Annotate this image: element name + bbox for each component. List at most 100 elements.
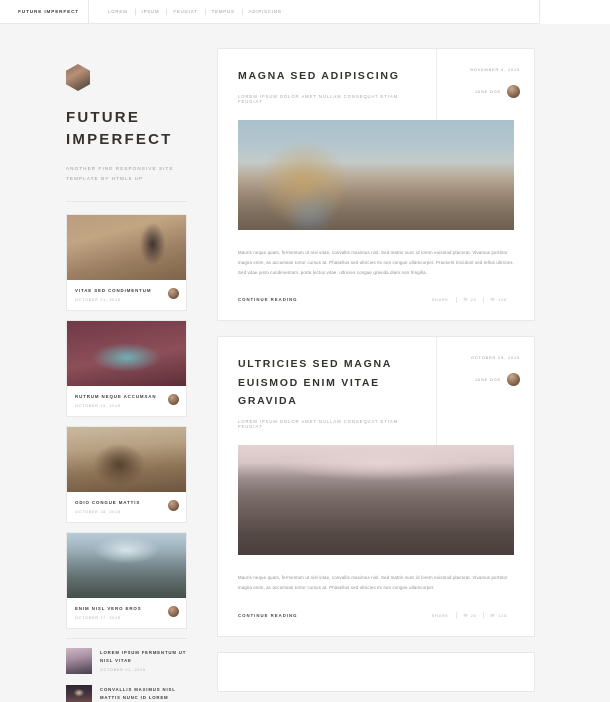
article-title[interactable]: MAGNA SED ADIPISCING: [238, 67, 416, 85]
article-subtitle: LOREM IPSUM DOLOR AMET NULLAM CONSEQUAT …: [238, 419, 399, 430]
article-author[interactable]: JANE DOE: [474, 373, 520, 387]
nav-item-tempus[interactable]: Tempus: [205, 9, 242, 14]
author-avatar: [168, 499, 179, 511]
article-header-main: ULTRICIES SED MAGNA EUISMOD ENIM VITAE G…: [218, 337, 436, 445]
nav-item-feugiat[interactable]: Feugiat: [166, 9, 204, 14]
list-item-text: LOREM IPSUM FERMENTUM UT NISL VITAE OCTO…: [100, 648, 187, 672]
menu-icon: [594, 8, 601, 14]
article-header: ULTRICIES SED MAGNA EUISMOD ENIM VITAE G…: [218, 337, 534, 446]
post-thumbnail: [67, 320, 186, 386]
article-text: Mauris neque quam, fermentum ut nisl vit…: [238, 575, 508, 591]
list-item-text: CONVALLIS MAXIMUS NISL MATTIS NUNC ID LO…: [100, 685, 187, 702]
heart-icon: [463, 613, 468, 618]
site-tagline: ANOTHER FINE RESPONSIVE SITE TEMPLATE BY…: [66, 165, 174, 182]
like-count-value: 28: [470, 297, 477, 303]
comment-count[interactable]: 128: [483, 297, 514, 302]
article-author[interactable]: JANE DOE: [475, 85, 520, 98]
post-title[interactable]: ENIM NISL VERO EROS: [75, 605, 178, 612]
post-card-body: ODIO CONGUE MATTIS OCTOBER 18, 2015: [67, 492, 186, 522]
author-avatar: [507, 373, 520, 387]
article-card: [217, 651, 535, 692]
avatar: [66, 64, 90, 91]
search-button[interactable]: [560, 0, 585, 23]
menu-button[interactable]: [585, 0, 610, 23]
post-title[interactable]: RUTRUM NEQUE ACCUMSAN: [75, 393, 178, 400]
article-hero-image[interactable]: [238, 120, 514, 231]
post-thumbnail: [67, 426, 186, 492]
sidebar-post-card[interactable]: ENIM NISL VERO EROS OCTOBER 17, 2015: [66, 531, 187, 629]
article-body: Mauris neque quam, fermentum ut nisl vit…: [218, 445, 534, 635]
main-content: MAGNA SED ADIPISCING LOREM IPSUM DOLOR A…: [207, 48, 610, 702]
article-body: Mauris neque quam, fermentum ut nisl vit…: [218, 120, 534, 320]
article-footer: CONTINUE READING SHARE 28 128: [238, 297, 514, 302]
author-name: JANE DOE: [474, 377, 501, 383]
like-count-value: 28: [470, 612, 477, 618]
comment-count-value: 128: [498, 612, 507, 618]
sidebar-post-card[interactable]: VITAE SED CONDIMENTUM OCTOBER 21, 2015: [66, 213, 187, 311]
page-title: FUTURE IMPERFECT: [66, 109, 173, 148]
article-header: MAGNA SED ADIPISCING LOREM IPSUM DOLOR A…: [218, 49, 534, 121]
post-title[interactable]: VITAE SED CONDIMENTUM: [75, 287, 178, 294]
header-tools: [560, 0, 610, 23]
article-stats: SHARE 28 128: [425, 297, 514, 302]
article-meta: OCTOBER 25, 2015 JANE DOE: [436, 337, 534, 446]
nav-item-adipiscing[interactable]: Adipiscing: [242, 9, 289, 14]
article-stats: SHARE 28 128: [425, 613, 514, 618]
share-button[interactable]: SHARE: [425, 297, 456, 302]
like-count[interactable]: 28: [456, 297, 484, 302]
list-item[interactable]: LOREM IPSUM FERMENTUM UT NISL VITAE OCTO…: [66, 647, 187, 674]
list-item-date: OCTOBER 21, 2015: [100, 667, 146, 672]
list-item-title[interactable]: LOREM IPSUM FERMENTUM UT NISL VITAE: [100, 649, 187, 665]
nav-item-ipsum[interactable]: Ipsum: [135, 9, 167, 14]
heart-icon: [463, 298, 468, 302]
nav-item-lorem[interactable]: Lorem: [101, 9, 135, 14]
post-date: OCTOBER 19, 2015: [75, 403, 121, 408]
article-title[interactable]: ULTRICIES SED MAGNA EUISMOD ENIM VITAE G…: [238, 355, 416, 410]
continue-reading-button[interactable]: CONTINUE READING: [238, 613, 297, 618]
author-name: JANE DOE: [474, 89, 501, 94]
list-item-thumbnail: [66, 647, 92, 674]
post-card-body: ENIM NISL VERO EROS OCTOBER 17, 2015: [67, 598, 186, 628]
article-hero-image[interactable]: [238, 445, 514, 556]
like-count[interactable]: 28: [456, 613, 484, 618]
comment-count-value: 128: [498, 297, 507, 303]
author-avatar: [507, 85, 520, 98]
main-navigation: Lorem Ipsum Feugiat Tempus Adipiscing: [88, 0, 289, 23]
post-title[interactable]: ODIO CONGUE MATTIS: [75, 499, 178, 506]
article-card: MAGNA SED ADIPISCING LOREM IPSUM DOLOR A…: [217, 48, 535, 322]
share-label: SHARE: [431, 612, 449, 618]
article-date: NOVEMBER 4, 2015: [470, 67, 520, 72]
list-item[interactable]: CONVALLIS MAXIMUS NISL MATTIS NUNC ID LO…: [66, 684, 187, 702]
header-logo[interactable]: FUTURE IMPERFECT: [0, 0, 88, 23]
sidebar-post-card[interactable]: RUTRUM NEQUE ACCUMSAN OCTOBER 19, 2015: [66, 319, 187, 417]
post-card-body: RUTRUM NEQUE ACCUMSAN OCTOBER 19, 2015: [67, 386, 186, 416]
author-avatar: [168, 605, 179, 617]
post-date: OCTOBER 17, 2015: [75, 615, 121, 620]
article-footer: CONTINUE READING SHARE 28 128: [238, 613, 514, 618]
article-header-main: MAGNA SED ADIPISCING LOREM IPSUM DOLOR A…: [218, 49, 436, 120]
site-header: FUTURE IMPERFECT Lorem Ipsum Feugiat Tem…: [0, 0, 610, 24]
continue-reading-button[interactable]: CONTINUE READING: [238, 297, 297, 302]
post-card-body: VITAE SED CONDIMENTUM OCTOBER 21, 2015: [67, 280, 186, 310]
post-thumbnail: [67, 214, 186, 280]
comment-icon: [490, 613, 495, 618]
comment-count[interactable]: 128: [483, 613, 514, 618]
divider: [66, 637, 187, 639]
author-avatar: [168, 287, 179, 299]
author-avatar: [168, 393, 179, 405]
article-subtitle: LOREM IPSUM DOLOR AMET NULLAM CONSEQUAT …: [238, 94, 399, 105]
divider: [66, 200, 187, 202]
search-icon: [570, 8, 577, 15]
article-card: ULTRICIES SED MAGNA EUISMOD ENIM VITAE G…: [217, 336, 535, 637]
list-item-title[interactable]: CONVALLIS MAXIMUS NISL MATTIS NUNC ID LO…: [100, 686, 187, 702]
sidebar: FUTURE IMPERFECT ANOTHER FINE RESPONSIVE…: [0, 48, 207, 702]
share-label: SHARE: [431, 297, 449, 303]
page-body: FUTURE IMPERFECT ANOTHER FINE RESPONSIVE…: [0, 24, 610, 702]
article-meta: NOVEMBER 4, 2015 JANE DOE: [436, 49, 534, 121]
post-thumbnail: [67, 532, 186, 598]
comment-icon: [490, 298, 495, 302]
share-button[interactable]: SHARE: [425, 613, 456, 618]
list-item-thumbnail: [66, 684, 92, 702]
sidebar-post-card[interactable]: ODIO CONGUE MATTIS OCTOBER 18, 2015: [66, 425, 187, 523]
post-date: OCTOBER 21, 2015: [75, 297, 121, 302]
